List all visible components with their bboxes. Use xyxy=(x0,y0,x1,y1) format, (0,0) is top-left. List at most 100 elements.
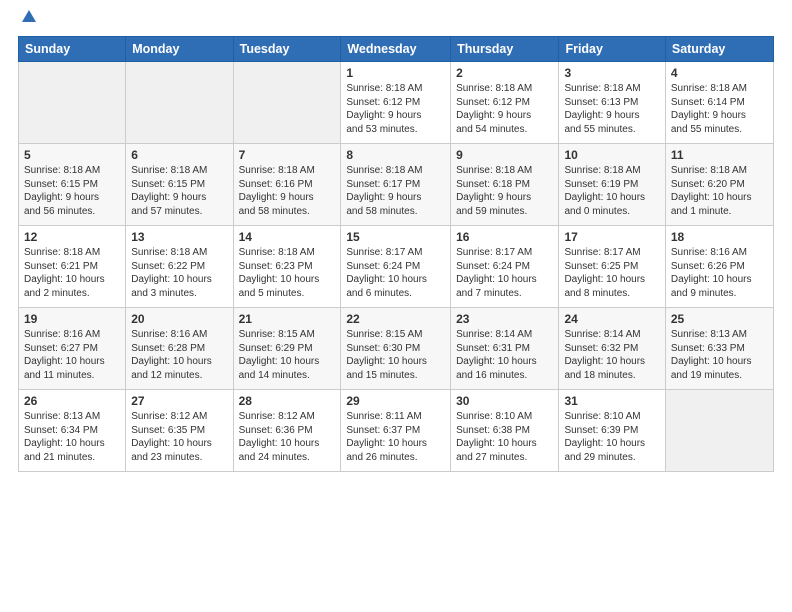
day-number: 20 xyxy=(131,312,227,326)
day-number: 25 xyxy=(671,312,768,326)
day-cell: 14 Sunrise: 8:18 AM Sunset: 6:23 PM Dayli… xyxy=(233,226,341,308)
day-info: Sunrise: 8:14 AM Sunset: 6:32 PM Dayligh… xyxy=(564,328,659,382)
day-number: 6 xyxy=(131,148,227,162)
day-cell: 7 Sunrise: 8:18 AM Sunset: 6:16 PM Daylig… xyxy=(233,144,341,226)
day-cell: 3 Sunrise: 8:18 AM Sunset: 6:13 PM Daylig… xyxy=(559,62,665,144)
day-number: 2 xyxy=(456,66,553,80)
day-info: Sunrise: 8:17 AM Sunset: 6:24 PM Dayligh… xyxy=(456,246,553,300)
day-cell: 21 Sunrise: 8:15 AM Sunset: 6:29 PM Dayli… xyxy=(233,308,341,390)
day-header-saturday: Saturday xyxy=(665,37,773,62)
day-info: Sunrise: 8:15 AM Sunset: 6:30 PM Dayligh… xyxy=(346,328,445,382)
day-number: 28 xyxy=(239,394,336,408)
day-info: Sunrise: 8:18 AM Sunset: 6:15 PM Dayligh… xyxy=(131,164,227,218)
day-number: 24 xyxy=(564,312,659,326)
day-header-sunday: Sunday xyxy=(19,37,126,62)
day-info: Sunrise: 8:16 AM Sunset: 6:27 PM Dayligh… xyxy=(24,328,120,382)
day-info: Sunrise: 8:18 AM Sunset: 6:19 PM Dayligh… xyxy=(564,164,659,218)
day-cell: 10 Sunrise: 8:18 AM Sunset: 6:19 PM Dayli… xyxy=(559,144,665,226)
day-cell: 18 Sunrise: 8:16 AM Sunset: 6:26 PM Dayli… xyxy=(665,226,773,308)
day-cell xyxy=(665,390,773,472)
day-cell: 22 Sunrise: 8:15 AM Sunset: 6:30 PM Dayli… xyxy=(341,308,451,390)
day-cell: 4Sunrise: 8:18 AM Sunset: 6:14 PM Daylig… xyxy=(665,62,773,144)
day-info: Sunrise: 8:14 AM Sunset: 6:31 PM Dayligh… xyxy=(456,328,553,382)
day-info: Sunrise: 8:15 AM Sunset: 6:29 PM Dayligh… xyxy=(239,328,336,382)
day-cell: 31 Sunrise: 8:10 AM Sunset: 6:39 PM Dayli… xyxy=(559,390,665,472)
page: SundayMondayTuesdayWednesdayThursdayFrid… xyxy=(0,0,792,612)
day-number: 18 xyxy=(671,230,768,244)
day-info: Sunrise: 8:10 AM Sunset: 6:38 PM Dayligh… xyxy=(456,410,553,464)
day-info: Sunrise: 8:18 AM Sunset: 6:17 PM Dayligh… xyxy=(346,164,445,218)
logo xyxy=(18,18,38,26)
day-number: 10 xyxy=(564,148,659,162)
day-info: Sunrise: 8:16 AM Sunset: 6:26 PM Dayligh… xyxy=(671,246,768,300)
day-cell xyxy=(19,62,126,144)
day-cell: 27 Sunrise: 8:12 AM Sunset: 6:35 PM Dayli… xyxy=(126,390,233,472)
day-cell: 26 Sunrise: 8:13 AM Sunset: 6:34 PM Dayli… xyxy=(19,390,126,472)
day-header-thursday: Thursday xyxy=(451,37,559,62)
day-info: Sunrise: 8:17 AM Sunset: 6:24 PM Dayligh… xyxy=(346,246,445,300)
day-info: Sunrise: 8:17 AM Sunset: 6:25 PM Dayligh… xyxy=(564,246,659,300)
day-cell xyxy=(126,62,233,144)
day-info: Sunrise: 8:18 AM Sunset: 6:12 PM Dayligh… xyxy=(456,82,553,136)
week-row-0: 1 Sunrise: 8:18 AM Sunset: 6:12 PM Daylig… xyxy=(19,62,774,144)
header-row: SundayMondayTuesdayWednesdayThursdayFrid… xyxy=(19,37,774,62)
day-cell: 17 Sunrise: 8:17 AM Sunset: 6:25 PM Dayli… xyxy=(559,226,665,308)
day-number: 1 xyxy=(346,66,445,80)
day-cell: 13 Sunrise: 8:18 AM Sunset: 6:22 PM Dayli… xyxy=(126,226,233,308)
day-info: Sunrise: 8:10 AM Sunset: 6:39 PM Dayligh… xyxy=(564,410,659,464)
day-number: 26 xyxy=(24,394,120,408)
day-number: 27 xyxy=(131,394,227,408)
day-number: 31 xyxy=(564,394,659,408)
day-cell: 9 Sunrise: 8:18 AM Sunset: 6:18 PM Daylig… xyxy=(451,144,559,226)
day-cell: 29 Sunrise: 8:11 AM Sunset: 6:37 PM Dayli… xyxy=(341,390,451,472)
day-number: 23 xyxy=(456,312,553,326)
week-row-3: 19 Sunrise: 8:16 AM Sunset: 6:27 PM Dayli… xyxy=(19,308,774,390)
day-info: Sunrise: 8:18 AM Sunset: 6:15 PM Dayligh… xyxy=(24,164,120,218)
day-cell: 30Sunrise: 8:10 AM Sunset: 6:38 PM Dayli… xyxy=(451,390,559,472)
day-info: Sunrise: 8:18 AM Sunset: 6:13 PM Dayligh… xyxy=(564,82,659,136)
day-number: 17 xyxy=(564,230,659,244)
day-cell: 6 Sunrise: 8:18 AM Sunset: 6:15 PM Daylig… xyxy=(126,144,233,226)
logo-icon xyxy=(20,8,38,26)
day-cell: 16Sunrise: 8:17 AM Sunset: 6:24 PM Dayli… xyxy=(451,226,559,308)
day-number: 21 xyxy=(239,312,336,326)
day-cell: 12 Sunrise: 8:18 AM Sunset: 6:21 PM Dayli… xyxy=(19,226,126,308)
day-info: Sunrise: 8:12 AM Sunset: 6:36 PM Dayligh… xyxy=(239,410,336,464)
day-info: Sunrise: 8:18 AM Sunset: 6:20 PM Dayligh… xyxy=(671,164,768,218)
day-info: Sunrise: 8:18 AM Sunset: 6:22 PM Dayligh… xyxy=(131,246,227,300)
day-info: Sunrise: 8:12 AM Sunset: 6:35 PM Dayligh… xyxy=(131,410,227,464)
calendar: SundayMondayTuesdayWednesdayThursdayFrid… xyxy=(18,36,774,472)
day-info: Sunrise: 8:18 AM Sunset: 6:18 PM Dayligh… xyxy=(456,164,553,218)
day-cell: 15Sunrise: 8:17 AM Sunset: 6:24 PM Dayli… xyxy=(341,226,451,308)
day-number: 3 xyxy=(564,66,659,80)
day-cell: 28 Sunrise: 8:12 AM Sunset: 6:36 PM Dayli… xyxy=(233,390,341,472)
day-info: Sunrise: 8:18 AM Sunset: 6:16 PM Dayligh… xyxy=(239,164,336,218)
day-cell: 25 Sunrise: 8:13 AM Sunset: 6:33 PM Dayli… xyxy=(665,308,773,390)
day-number: 12 xyxy=(24,230,120,244)
day-number: 14 xyxy=(239,230,336,244)
day-info: Sunrise: 8:11 AM Sunset: 6:37 PM Dayligh… xyxy=(346,410,445,464)
day-cell: 11Sunrise: 8:18 AM Sunset: 6:20 PM Dayli… xyxy=(665,144,773,226)
day-number: 7 xyxy=(239,148,336,162)
day-number: 22 xyxy=(346,312,445,326)
day-cell: 2 Sunrise: 8:18 AM Sunset: 6:12 PM Daylig… xyxy=(451,62,559,144)
day-number: 4 xyxy=(671,66,768,80)
day-number: 13 xyxy=(131,230,227,244)
day-header-wednesday: Wednesday xyxy=(341,37,451,62)
day-info: Sunrise: 8:18 AM Sunset: 6:23 PM Dayligh… xyxy=(239,246,336,300)
day-info: Sunrise: 8:18 AM Sunset: 6:21 PM Dayligh… xyxy=(24,246,120,300)
day-info: Sunrise: 8:13 AM Sunset: 6:34 PM Dayligh… xyxy=(24,410,120,464)
day-number: 19 xyxy=(24,312,120,326)
day-cell: 1 Sunrise: 8:18 AM Sunset: 6:12 PM Daylig… xyxy=(341,62,451,144)
day-cell: 19 Sunrise: 8:16 AM Sunset: 6:27 PM Dayli… xyxy=(19,308,126,390)
day-cell xyxy=(233,62,341,144)
day-info: Sunrise: 8:13 AM Sunset: 6:33 PM Dayligh… xyxy=(671,328,768,382)
day-cell: 23 Sunrise: 8:14 AM Sunset: 6:31 PM Dayli… xyxy=(451,308,559,390)
week-row-2: 12 Sunrise: 8:18 AM Sunset: 6:21 PM Dayli… xyxy=(19,226,774,308)
day-header-monday: Monday xyxy=(126,37,233,62)
day-number: 9 xyxy=(456,148,553,162)
day-info: Sunrise: 8:18 AM Sunset: 6:12 PM Dayligh… xyxy=(346,82,445,136)
header xyxy=(18,18,774,26)
day-number: 5 xyxy=(24,148,120,162)
day-number: 29 xyxy=(346,394,445,408)
